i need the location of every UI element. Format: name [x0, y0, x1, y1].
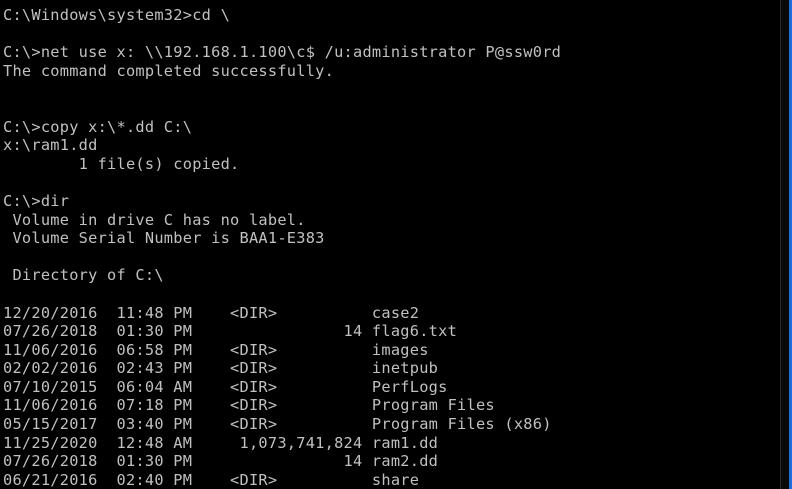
console-line: x:\ram1.dd — [3, 136, 98, 155]
console-line: C:\>dir — [3, 191, 70, 210]
console-window[interactable]: C:\Windows\system32>cd \ C:\>net use x: … — [0, 0, 781, 489]
console-line: Volume Serial Number is BAA1-E383 — [3, 229, 325, 248]
console-line: 11/25/2020 12:48 AM 1,073,741,824 ram1.d… — [3, 433, 439, 452]
console-line: 11/06/2016 07:18 PM <DIR> Program Files — [3, 396, 495, 415]
console-line: C:\Windows\system32>cd \ — [3, 6, 231, 24]
console-line: 06/21/2016 02:40 PM <DIR> share — [3, 470, 420, 489]
console-line: 11/06/2016 06:58 PM <DIR> images — [3, 340, 429, 359]
console-line: 1 file(s) copied. — [3, 154, 240, 173]
console-output: C:\Windows\system32>cd \ C:\>net use x: … — [3, 6, 561, 489]
console-line: Volume in drive C has no label. — [3, 210, 306, 229]
console-line: 05/15/2017 03:40 PM <DIR> Program Files … — [3, 415, 552, 434]
console-line: 07/10/2015 06:04 AM <DIR> PerfLogs — [3, 377, 448, 396]
console-line: 12/20/2016 11:48 PM <DIR> case2 — [3, 303, 420, 322]
console-line: Directory of C:\ — [3, 266, 164, 285]
console-line: 07/26/2018 01:30 PM 14 flag6.txt — [3, 322, 458, 341]
console-line: C:\>copy x:\*.dd C:\ — [3, 117, 193, 136]
console-line: The command completed successfully. — [3, 61, 335, 80]
console-line: 02/02/2016 02:43 PM <DIR> inetpub — [3, 359, 439, 378]
console-line: C:\>net use x: \\192.168.1.100\c$ /u:adm… — [3, 43, 562, 62]
console-line: 07/26/2018 01:30 PM 14 ram2.dd — [3, 452, 439, 471]
